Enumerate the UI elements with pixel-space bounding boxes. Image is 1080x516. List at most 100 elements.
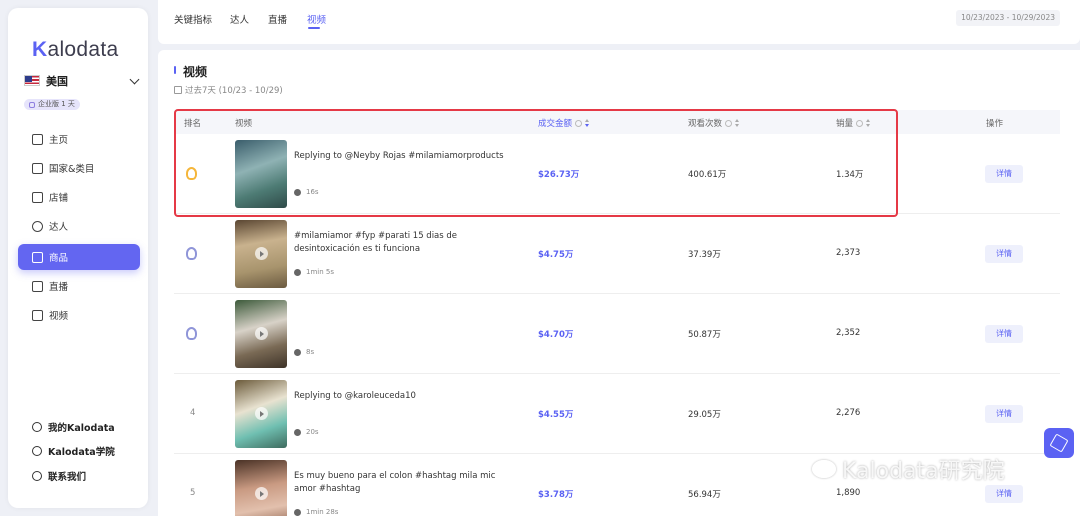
clock-icon [294,508,301,516]
clock-icon [294,188,301,196]
help-icon[interactable] [856,119,864,127]
category-icon [32,162,43,174]
play-icon[interactable] [255,407,268,420]
video-title[interactable]: Replying to @Neyby Rojas #milamiamorprod… [294,150,516,163]
header-rank: 排名 [184,119,202,129]
region-label: 美国 [46,75,68,88]
detail-button[interactable]: 详情 [985,485,1023,503]
cube-icon [1049,433,1069,453]
header-views[interactable]: 观看次数 [688,117,740,129]
clock-icon [294,268,301,276]
table-row[interactable]: #milamiamor #fyp #parati 15 dias de desi… [174,214,1060,294]
video-duration: 8s [294,348,314,356]
region-selector[interactable]: 美国 [24,72,140,92]
table-row[interactable]: 4 Replying to @karoleuceda10 20s $4.55万 … [174,374,1060,454]
sidebar-item-product[interactable]: 商品 [18,244,140,270]
academy-icon [32,446,42,456]
table-row[interactable]: 8s $4.70万 50.87万 2,352 详情 [174,294,1060,374]
amount-value: $26.73万 [538,170,580,180]
section-title: 视频 [183,65,208,79]
header-action: 操作 [986,119,1004,129]
creator-icon [32,220,43,232]
watermark: Kalodata研究院 [812,453,1005,485]
sidebar-item-home[interactable]: 主页 [18,126,140,152]
calendar-icon [174,86,182,94]
help-icon[interactable] [575,119,583,127]
chevron-down-icon[interactable] [129,74,140,85]
detail-button[interactable]: 详情 [985,165,1023,183]
detail-button[interactable]: 详情 [985,325,1023,343]
video-duration: 1min 5s [294,268,334,276]
play-icon[interactable] [255,247,268,260]
sales-value: 1.34万 [836,170,864,180]
views-value: 37.39万 [688,250,721,260]
tab-video[interactable]: 视频 [307,12,326,26]
sidebar-item-creator[interactable]: 达人 [18,213,140,239]
rank-number: 4 [190,408,196,418]
sort-icon[interactable] [735,119,740,127]
video-thumbnail[interactable] [235,140,287,208]
video-title[interactable]: Es muy bueno para el colon #hashtag mila… [294,470,516,496]
tab-creators[interactable]: 达人 [230,12,249,26]
views-value: 400.61万 [688,170,727,180]
header-sales[interactable]: 销量 [836,117,871,129]
sidebar-item-live[interactable]: 直播 [18,273,140,299]
my-kalodata-link[interactable]: 我的Kalodata [32,420,115,434]
video-duration: 20s [294,428,319,436]
views-value: 56.94万 [688,490,721,500]
store-icon [32,191,43,203]
video-title[interactable]: #milamiamor #fyp #parati 15 dias de desi… [294,230,516,256]
contact-us-link[interactable]: 联系我们 [32,469,86,483]
video-thumbnail[interactable] [235,380,287,448]
amount-value: $4.75万 [538,250,574,260]
tab-live[interactable]: 直播 [268,12,287,26]
product-icon [32,251,43,263]
header-amount[interactable]: 成交金额 [538,117,590,129]
table-row[interactable]: Replying to @Neyby Rojas #milamiamorprod… [174,134,1060,214]
sidebar-item-store[interactable]: 店铺 [18,184,140,210]
sort-icon[interactable] [585,119,590,127]
amount-value: $3.78万 [538,490,574,500]
video-thumbnail[interactable] [235,220,287,288]
header-video: 视频 [235,119,253,129]
play-icon[interactable] [255,487,268,500]
bronze-medal-icon [186,327,197,340]
gold-medal-icon [186,167,197,180]
period-label: 过去7天 (10/23 - 10/29) [174,84,283,96]
floating-action-button[interactable] [1044,428,1074,458]
views-value: 50.87万 [688,330,721,340]
sidebar-item-category[interactable]: 国家&类目 [18,155,140,181]
table-header: 排名 视频 成交金额 观看次数 销量 操作 [174,110,1060,134]
silver-medal-icon [186,247,197,260]
date-range-badge[interactable]: 10/23/2023 - 10/29/2023 [956,10,1060,26]
diamond-icon [29,101,35,108]
video-thumbnail[interactable] [235,460,287,516]
video-title[interactable]: Replying to @karoleuceda10 [294,390,516,403]
tab-key-metrics[interactable]: 关键指标 [174,12,212,26]
section-accent-bar [174,66,176,74]
views-value: 29.05万 [688,410,721,420]
kalodata-logo[interactable]: Kalodata [32,38,118,62]
clock-icon [294,348,301,356]
amount-value: $4.70万 [538,330,574,340]
kalodata-academy-link[interactable]: Kalodata学院 [32,444,115,458]
detail-button[interactable]: 详情 [985,245,1023,263]
home-icon [32,133,43,145]
video-thumbnail[interactable] [235,300,287,368]
help-icon[interactable] [725,119,733,127]
play-icon[interactable] [255,327,268,340]
main-panel: 视频 过去7天 (10/23 - 10/29) 排名 视频 成交金额 观看次数 … [158,50,1080,516]
sidebar-item-video[interactable]: 视频 [18,302,140,328]
sales-value: 2,373 [836,248,861,258]
video-duration: 16s [294,188,319,196]
sort-icon[interactable] [866,119,871,127]
clock-icon [294,428,301,436]
video-duration: 1min 28s [294,508,338,516]
detail-button[interactable]: 详情 [985,405,1023,423]
sidebar: Kalodata 美国 企业版 1 天 主页 国家&类目 店铺 达人 商品 直播… [8,8,148,508]
wechat-icon [812,460,836,478]
rank-number: 5 [190,488,196,498]
us-flag-icon [24,75,40,86]
sales-value: 2,352 [836,328,861,338]
sales-value: 2,276 [836,408,861,418]
